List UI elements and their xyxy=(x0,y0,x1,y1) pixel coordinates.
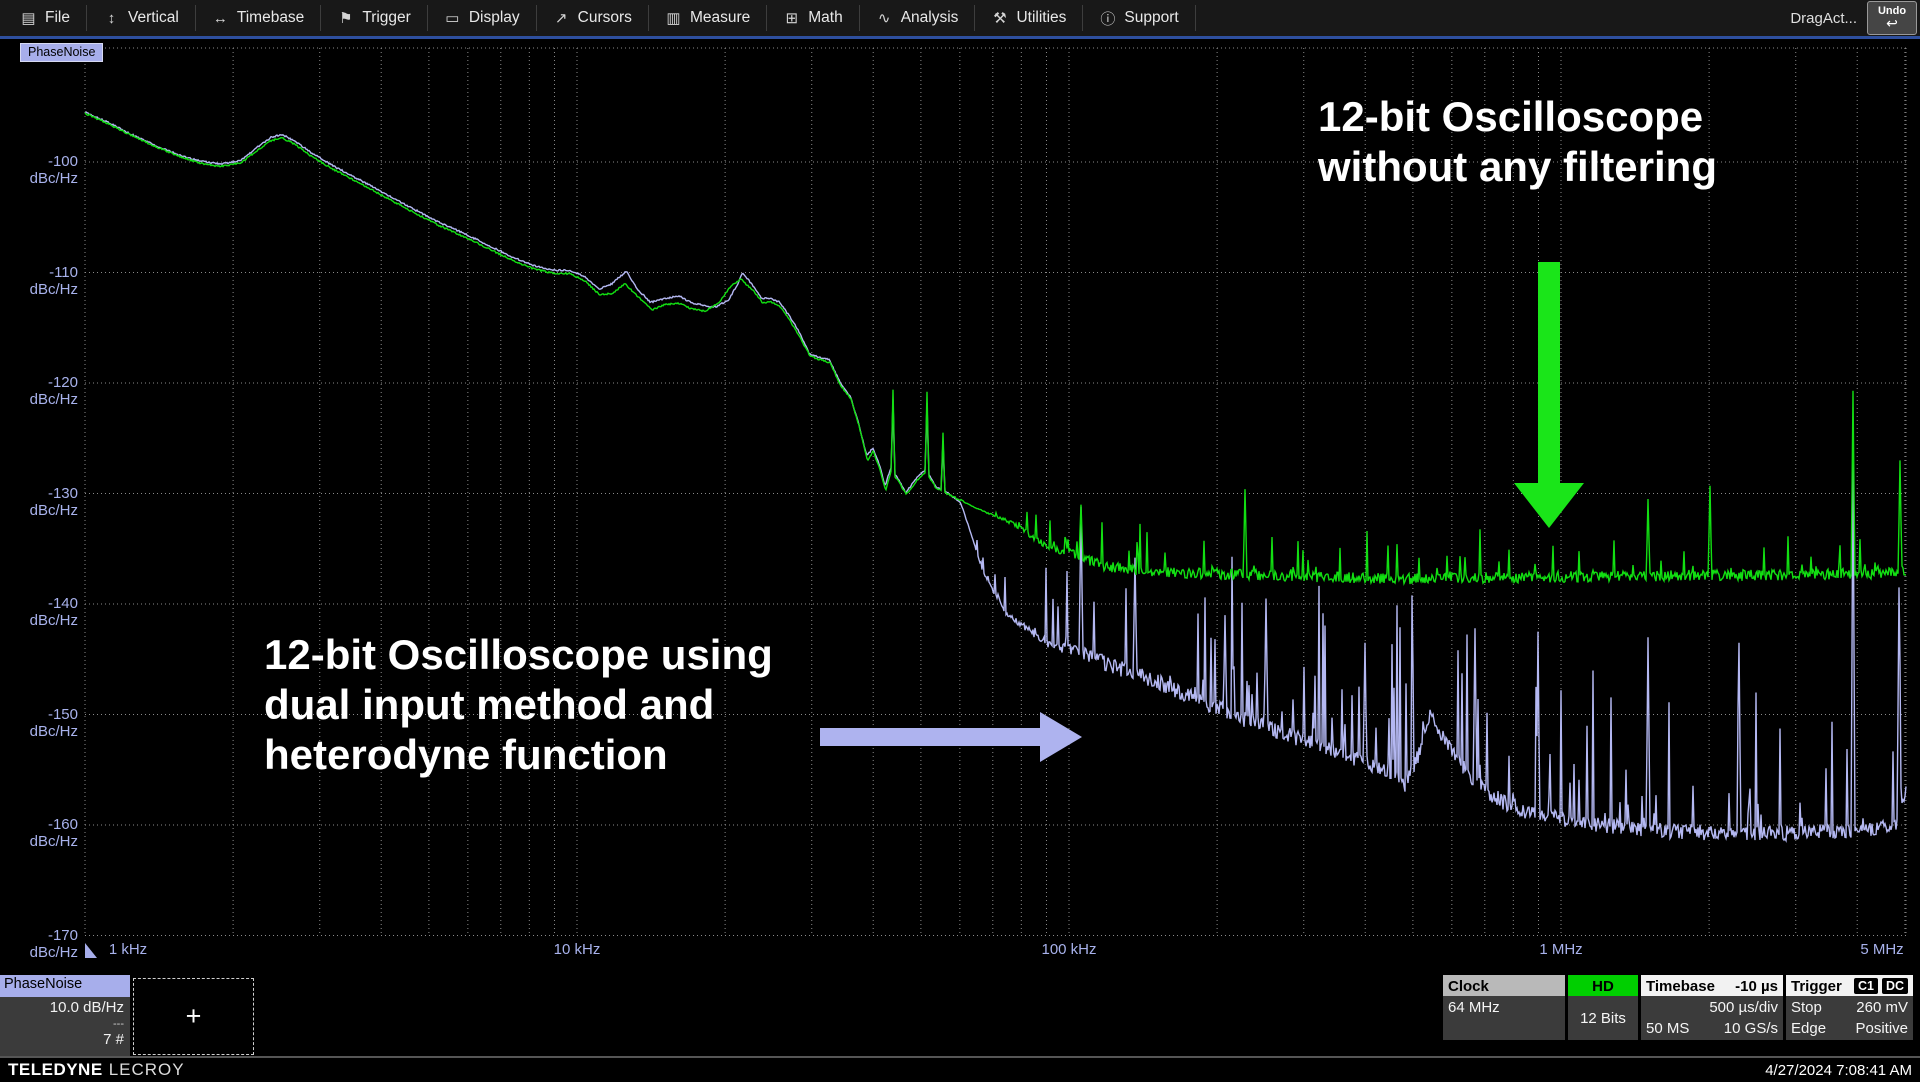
hd-status-box[interactable]: HD 12 Bits xyxy=(1568,975,1638,1039)
timebase-samples: 50 MS xyxy=(1646,1018,1689,1039)
annotation-unfiltered-line2: without any filtering xyxy=(1318,142,1717,192)
menu-item-label: Utilities xyxy=(1016,9,1066,27)
y-tick--140: -140 dBc/Hz xyxy=(0,595,78,629)
waveform-chart-icon: ∿ xyxy=(876,9,893,27)
phasenoise-trace-tab[interactable]: PhaseNoise xyxy=(20,43,103,62)
undo-icon: ↩ xyxy=(1886,16,1898,30)
undo-button[interactable]: Undo ↩ xyxy=(1867,1,1917,35)
menu-item-trigger[interactable]: ⚑ Trigger xyxy=(321,5,428,31)
annotation-unfiltered: 12-bit Oscilloscope without any filterin… xyxy=(1318,92,1717,192)
menu-item-label: Measure xyxy=(690,9,750,27)
annotation-heterodyne-line2: dual input method and xyxy=(264,680,773,730)
trigger-slope: Positive xyxy=(1855,1018,1908,1039)
brand-teledyne: TELEDYNE xyxy=(8,1060,103,1079)
x-tick-5000000: 5 MHz xyxy=(1860,941,1903,958)
plus-icon: + xyxy=(186,1001,202,1032)
timebase-rate: 10 GS/s xyxy=(1724,1018,1778,1039)
info-icon: ⓘ xyxy=(1099,8,1116,29)
menu-item-vertical[interactable]: ↕ Vertical xyxy=(87,5,196,31)
monitor-icon: ▭ xyxy=(444,9,461,27)
trigger-level: 260 mV xyxy=(1856,997,1908,1018)
menu-item-label: Vertical xyxy=(128,9,179,27)
hd-title: HD xyxy=(1568,975,1638,996)
horizontal-arrows-icon: ↔ xyxy=(212,10,229,27)
trigger-status-box[interactable]: Trigger C1 DC Stop 260 mV Edge Positive xyxy=(1786,975,1913,1039)
purple-right-arrow xyxy=(820,712,1082,762)
menu-item-label: Display xyxy=(469,9,520,27)
trigger-mode: Stop xyxy=(1791,997,1822,1018)
cursor-arrow-icon: ↗ xyxy=(553,9,570,27)
y-tick--130: -130 dBc/Hz xyxy=(0,485,78,519)
trace-marker-bottom xyxy=(85,943,97,958)
clock-frequency: 64 MHz xyxy=(1448,997,1500,1018)
y-tick--160: -160 dBc/Hz xyxy=(0,816,78,850)
menu-item-label: Math xyxy=(808,9,842,27)
green-down-arrow xyxy=(1514,262,1584,528)
y-tick--100: -100 dBc/Hz xyxy=(0,153,78,187)
x-tick-10000: 10 kHz xyxy=(554,941,601,958)
menu-item-utilities[interactable]: ⚒ Utilities xyxy=(975,5,1083,31)
annotation-heterodyne-line3: heterodyne function xyxy=(264,730,773,780)
timebase-status-box[interactable]: Timebase -10 µs 500 µs/div 50 MS 10 GS/s xyxy=(1641,975,1783,1039)
status-bar: TELEDYNE LECROY 4/27/2024 7:08:41 AM xyxy=(0,1056,1920,1082)
tools-icon: ⚒ xyxy=(991,9,1008,27)
timebase-offset: -10 µs xyxy=(1735,978,1778,995)
vertical-arrows-icon: ↕ xyxy=(103,10,120,27)
annotation-heterodyne-line1: 12-bit Oscilloscope using xyxy=(264,630,773,680)
menu-item-label: Cursors xyxy=(578,9,632,27)
phasenoise-descriptor-box[interactable]: PhaseNoise 10.0 dB/Hz --- 7 # xyxy=(0,975,130,1055)
timebase-title: Timebase xyxy=(1646,978,1715,995)
datetime-label: 4/27/2024 7:08:41 AM xyxy=(1765,1062,1912,1079)
y-tick--120: -120 dBc/Hz xyxy=(0,374,78,408)
x-tick-1000: 1 kHz xyxy=(109,941,147,958)
menu-bar: ▤ File ↕ Vertical ↔ Timebase ⚑ Trigger ▭ Display ↗… xyxy=(0,0,1920,39)
x-tick-1000000: 1 MHz xyxy=(1539,941,1582,958)
annotation-unfiltered-line1: 12-bit Oscilloscope xyxy=(1318,92,1717,142)
brand-logo: TELEDYNE LECROY xyxy=(8,1060,185,1080)
trigger-coupling-badge: DC xyxy=(1882,978,1908,994)
menu-item-math[interactable]: ⊞ Math xyxy=(767,5,859,31)
descriptor-values: 10.0 dB/Hz --- 7 # xyxy=(0,997,130,1057)
menu-item-analysis[interactable]: ∿ Analysis xyxy=(860,5,976,31)
descriptor-count: 7 # xyxy=(4,1031,124,1049)
timebase-scale: 500 µs/div xyxy=(1709,997,1778,1018)
trigger-type: Edge xyxy=(1791,1018,1826,1039)
clock-status-box[interactable]: Clock 64 MHz xyxy=(1443,975,1565,1039)
annotation-heterodyne: 12-bit Oscilloscope using dual input met… xyxy=(264,630,773,780)
menu-item-cursors[interactable]: ↗ Cursors xyxy=(537,5,649,31)
trigger-source-badge: C1 xyxy=(1854,978,1878,994)
menu-item-label: File xyxy=(45,9,70,27)
menu-item-label: Analysis xyxy=(901,9,959,27)
drag-action-label: DragAct... xyxy=(1790,10,1857,27)
menu-item-label: Trigger xyxy=(362,9,411,27)
menu-items: ▤ File ↕ Vertical ↔ Timebase ⚑ Trigger ▭ Display ↗… xyxy=(0,5,1196,31)
menu-item-label: Timebase xyxy=(237,9,304,27)
trigger-title: Trigger xyxy=(1791,978,1842,995)
add-trace-button[interactable]: + xyxy=(133,978,254,1055)
clock-title: Clock xyxy=(1443,975,1565,996)
descriptor-scale: 10.0 dB/Hz xyxy=(4,999,124,1017)
file-icon: ▤ xyxy=(20,9,37,27)
x-tick-100000: 100 kHz xyxy=(1041,941,1096,958)
ruler-icon: ▥ xyxy=(665,9,682,27)
menu-item-measure[interactable]: ▥ Measure xyxy=(649,5,767,31)
oscilloscope-screen: ▤ File ↕ Vertical ↔ Timebase ⚑ Trigger ▭ Display ↗… xyxy=(0,0,1920,1080)
menu-item-file[interactable]: ▤ File xyxy=(4,5,87,31)
flag-icon: ⚑ xyxy=(337,9,354,27)
hd-bits: 12 Bits xyxy=(1580,1010,1626,1027)
brand-lecroy: LECROY xyxy=(109,1060,185,1079)
menu-item-timebase[interactable]: ↔ Timebase xyxy=(196,5,321,31)
y-tick--110: -110 dBc/Hz xyxy=(0,264,78,298)
y-tick--150: -150 dBc/Hz xyxy=(0,706,78,740)
y-tick--170: -170 dBc/Hz xyxy=(0,927,78,961)
descriptor-offset: --- xyxy=(4,1017,124,1031)
menu-item-support[interactable]: ⓘ Support xyxy=(1083,5,1195,31)
descriptor-title: PhaseNoise xyxy=(0,975,130,997)
menu-item-display[interactable]: ▭ Display xyxy=(428,5,537,31)
menu-item-label: Support xyxy=(1124,9,1178,27)
calculator-icon: ⊞ xyxy=(783,9,800,27)
